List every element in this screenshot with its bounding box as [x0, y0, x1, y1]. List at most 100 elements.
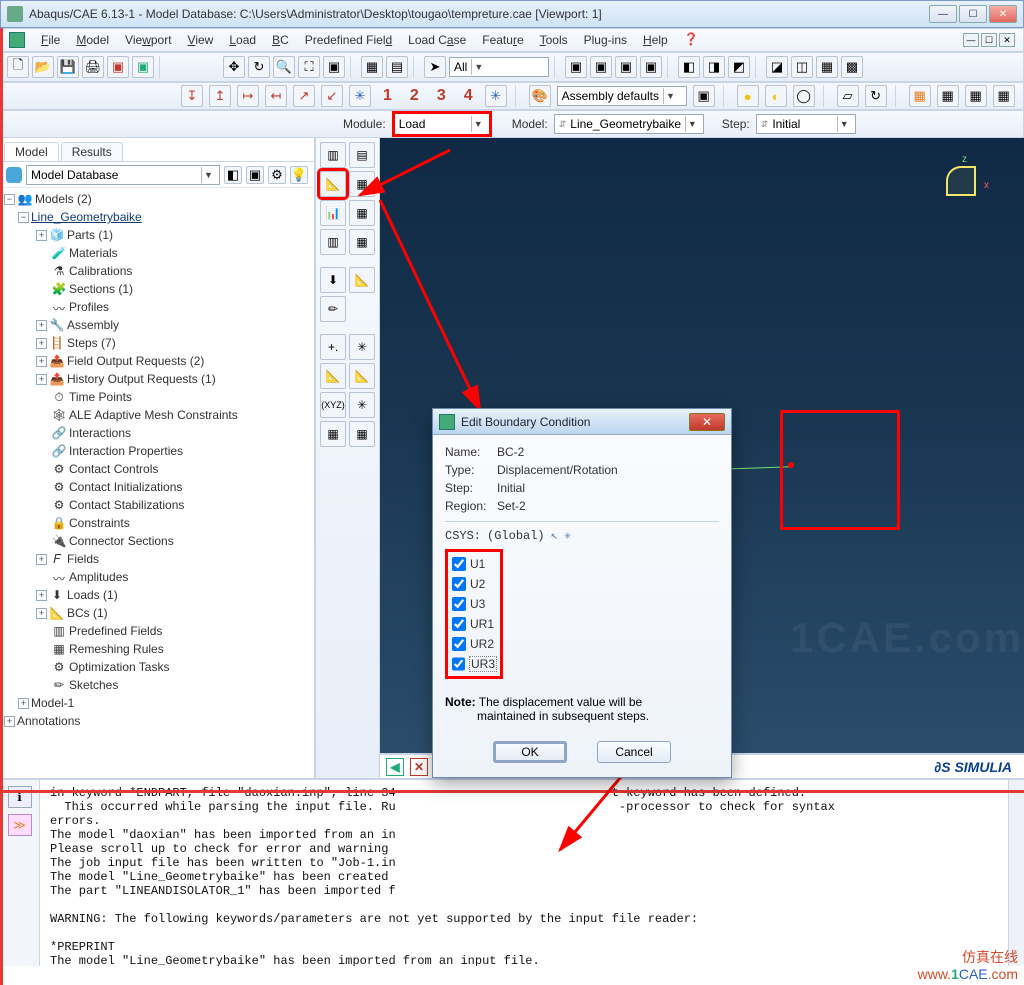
axis-num-3[interactable]: 3: [431, 87, 452, 105]
menu-bc[interactable]: BC: [266, 33, 295, 47]
iso2-icon[interactable]: ◫: [791, 56, 813, 78]
color-code-dropdown[interactable]: Assembly defaults ▼: [557, 86, 687, 106]
mesh4-icon[interactable]: ▦: [993, 85, 1015, 107]
cube4-icon[interactable]: ▣: [640, 56, 662, 78]
render2-icon[interactable]: ◐: [765, 85, 787, 107]
db-green-icon[interactable]: ▣: [132, 56, 154, 78]
menu-model[interactable]: Model: [70, 33, 115, 47]
tb-c2[interactable]: ▦: [349, 200, 375, 226]
viewport-restore-button[interactable]: ☐: [981, 33, 997, 47]
tree-item[interactable]: 🧩Sections (1): [4, 280, 314, 298]
ortho2-icon[interactable]: ◨: [703, 56, 725, 78]
palette-icon[interactable]: 🎨: [529, 85, 551, 107]
axis-x-icon[interactable]: ↧: [181, 85, 203, 107]
iso1-icon[interactable]: ◪: [766, 56, 788, 78]
tb-a2[interactable]: ▤: [349, 142, 375, 168]
model-database-dropdown[interactable]: Model Database ▼: [26, 165, 220, 185]
csys-axis-icon[interactable]: ✳: [564, 528, 571, 543]
tree-item[interactable]: 🔒Constraints: [4, 514, 314, 532]
tree-item[interactable]: +📤History Output Requests (1): [4, 370, 314, 388]
db-btn2[interactable]: ▣: [246, 166, 264, 184]
menu-file[interactable]: File: [35, 33, 66, 47]
open-button[interactable]: 📂: [32, 56, 54, 78]
check-u3[interactable]: U3: [452, 594, 496, 614]
refresh-icon[interactable]: ↻: [865, 85, 887, 107]
tb-e2[interactable]: 📐: [349, 267, 375, 293]
tree-item[interactable]: ⚙Contact Controls: [4, 460, 314, 478]
ortho3-icon[interactable]: ◩: [728, 56, 750, 78]
axis-num-4[interactable]: 4: [458, 87, 479, 105]
tree-item[interactable]: ⚙Contact Initializations: [4, 478, 314, 496]
ok-button[interactable]: OK: [493, 741, 567, 763]
cube3-icon[interactable]: ▣: [615, 56, 637, 78]
menu-feature[interactable]: Feature: [476, 33, 529, 47]
rotate-button[interactable]: ↻: [248, 56, 270, 78]
save-button[interactable]: 💾: [57, 56, 79, 78]
menu-plugins[interactable]: Plug-ins: [578, 33, 633, 47]
tb-d1[interactable]: ▥: [320, 229, 346, 255]
new-button[interactable]: 🗋: [7, 56, 29, 78]
menu-view[interactable]: View: [182, 33, 220, 47]
zoom-box-button[interactable]: ⛶: [298, 56, 320, 78]
check-ur3[interactable]: UR3: [452, 654, 496, 674]
tree-model-line[interactable]: Line_Geometrybaike: [31, 210, 142, 224]
mesh2-icon[interactable]: ▦: [937, 85, 959, 107]
tree-item[interactable]: ✏Sketches: [4, 676, 314, 694]
tb-c1[interactable]: 📊: [320, 200, 346, 226]
tb-e1[interactable]: ⬇: [320, 267, 346, 293]
tree-item[interactable]: ⚙Contact Stabilizations: [4, 496, 314, 514]
check-u2[interactable]: U2: [452, 574, 496, 594]
tree-item[interactable]: +🧊Parts (1): [4, 226, 314, 244]
tab-results[interactable]: Results: [61, 142, 123, 161]
tree-item[interactable]: +𝐹Fields: [4, 550, 314, 568]
menu-tools[interactable]: Tools: [534, 33, 574, 47]
menu-viewport[interactable]: Viewport: [119, 33, 178, 47]
db-btn3[interactable]: ⚙: [268, 166, 286, 184]
tree-item[interactable]: 🔌Connector Sections: [4, 532, 314, 550]
check-u1[interactable]: U1: [452, 554, 496, 574]
tb-a1[interactable]: ▥: [320, 142, 346, 168]
step-dropdown[interactable]: ⇵ Initial ▼: [756, 114, 856, 134]
zoom-button[interactable]: 🔍: [273, 56, 295, 78]
db-btn1[interactable]: ◧: [224, 166, 242, 184]
tab-model[interactable]: Model: [4, 142, 59, 161]
iso3-icon[interactable]: ▦: [816, 56, 838, 78]
tree-item[interactable]: +📤Field Output Requests (2): [4, 352, 314, 370]
tree-item[interactable]: ⚙Optimization Tasks: [4, 658, 314, 676]
message-scrollbar[interactable]: [1008, 780, 1024, 966]
tb-i2[interactable]: ✳: [349, 392, 375, 418]
viewport-close-button[interactable]: ✕: [999, 33, 1015, 47]
dialog-close-button[interactable]: ✕: [689, 413, 725, 431]
tb-b2[interactable]: ▦: [349, 171, 375, 197]
axis-num-2[interactable]: 2: [404, 87, 425, 105]
mesh3-icon[interactable]: ▦: [965, 85, 987, 107]
tb-g2[interactable]: ✳: [349, 334, 375, 360]
window-close-button[interactable]: ✕: [989, 5, 1017, 23]
tb-f1[interactable]: ✏: [320, 296, 346, 322]
tree-models-root[interactable]: Models (2): [35, 192, 92, 206]
log-warn-icon[interactable]: ≫: [8, 814, 32, 836]
prompt-back-button[interactable]: ◀: [386, 758, 404, 776]
check-ur1[interactable]: UR1: [452, 614, 496, 634]
model-tree[interactable]: −👥Models (2) −Line_Geometrybaike +🧊Parts…: [0, 188, 314, 778]
axis-combo-icon[interactable]: ✳: [349, 85, 371, 107]
axis-ny-icon[interactable]: ↤: [265, 85, 287, 107]
pan-button[interactable]: ✥: [223, 56, 245, 78]
tb-h2[interactable]: 📐: [349, 363, 375, 389]
tree-item[interactable]: ⏱Time Points: [4, 388, 314, 406]
tb-j1[interactable]: ▦: [320, 421, 346, 447]
tb-h1[interactable]: 📐: [320, 363, 346, 389]
tree-item[interactable]: +📐BCs (1): [4, 604, 314, 622]
persp-icon[interactable]: ▱: [837, 85, 859, 107]
tree-item[interactable]: 🧪Materials: [4, 244, 314, 262]
menu-help[interactable]: Help: [637, 33, 674, 47]
axis-num-1[interactable]: 1: [377, 87, 398, 105]
window-maximize-button[interactable]: ☐: [959, 5, 987, 23]
print-button[interactable]: 🖨: [82, 56, 104, 78]
prompt-cancel-button[interactable]: ✕: [410, 758, 428, 776]
grid1-icon[interactable]: ▦: [361, 56, 383, 78]
cc1-icon[interactable]: ▣: [693, 85, 715, 107]
check-ur2[interactable]: UR2: [452, 634, 496, 654]
tree-model-1[interactable]: Model-1: [31, 696, 74, 710]
tree-item[interactable]: ▦Remeshing Rules: [4, 640, 314, 658]
